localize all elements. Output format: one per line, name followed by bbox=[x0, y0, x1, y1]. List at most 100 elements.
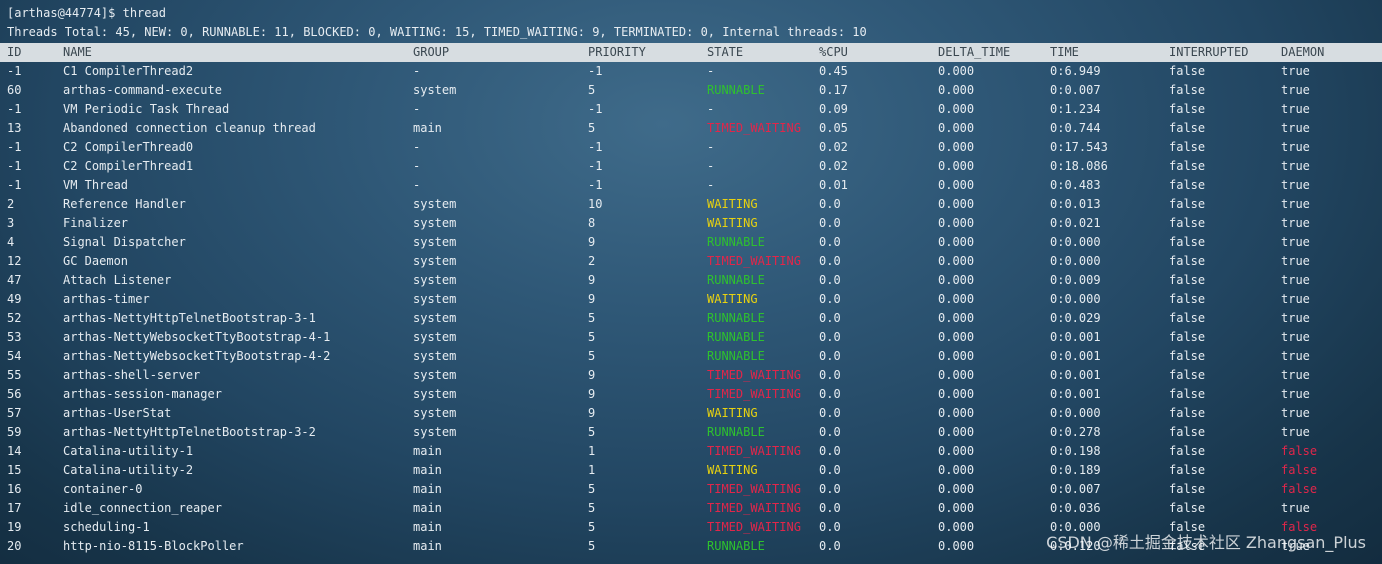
cell-state: - bbox=[707, 140, 715, 154]
column-header-interrupted: INTERRUPTED bbox=[1169, 45, 1249, 59]
cell-state: RUNNABLE bbox=[707, 235, 765, 249]
cell-name: arthas-UserStat bbox=[63, 406, 172, 420]
cell-priority: 5 bbox=[588, 83, 596, 97]
cell-priority: 5 bbox=[588, 482, 596, 496]
table-row: 49 arthas-timer system 9 WAITING 0.0 0.000 0:0.… bbox=[0, 290, 1382, 309]
cell-time: 0:0.007 bbox=[1050, 482, 1101, 496]
cell-name: arthas-NettyWebsocketTtyBootstrap-4-2 bbox=[63, 349, 331, 363]
cell-group: system bbox=[413, 216, 457, 230]
cell-group: system bbox=[413, 406, 457, 420]
cell-interrupted: false bbox=[1169, 368, 1206, 382]
cell-cpu: 0.01 bbox=[819, 178, 848, 192]
cell-time: 0:1.234 bbox=[1050, 102, 1101, 116]
cell-state: - bbox=[707, 102, 715, 116]
cell-daemon: true bbox=[1281, 140, 1310, 154]
cell-daemon: true bbox=[1281, 254, 1310, 268]
cell-daemon: true bbox=[1281, 235, 1310, 249]
cell-group: - bbox=[413, 159, 421, 173]
cell-delta-time: 0.000 bbox=[938, 140, 975, 154]
cell-delta-time: 0.000 bbox=[938, 197, 975, 211]
cell-delta-time: 0.000 bbox=[938, 520, 975, 534]
cell-group: system bbox=[413, 368, 457, 382]
cell-interrupted: false bbox=[1169, 311, 1206, 325]
cell-id: -1 bbox=[7, 64, 22, 78]
column-header-priority: PRIORITY bbox=[588, 45, 646, 59]
cell-delta-time: 0.000 bbox=[938, 368, 975, 382]
cell-state: WAITING bbox=[707, 406, 758, 420]
cell-daemon: true bbox=[1281, 501, 1310, 515]
cell-interrupted: false bbox=[1169, 292, 1206, 306]
cell-id: 19 bbox=[7, 520, 22, 534]
cell-cpu: 0.0 bbox=[819, 273, 841, 287]
cell-name: Abandoned connection cleanup thread bbox=[63, 121, 316, 135]
cell-group: system bbox=[413, 254, 457, 268]
cell-cpu: 0.0 bbox=[819, 520, 841, 534]
cell-state: RUNNABLE bbox=[707, 273, 765, 287]
cell-delta-time: 0.000 bbox=[938, 254, 975, 268]
cell-group: system bbox=[413, 311, 457, 325]
cell-priority: 5 bbox=[588, 311, 596, 325]
table-header: ID NAME GROUP PRIORITY STATE %CPU DELTA_… bbox=[0, 43, 1382, 62]
cell-name: Catalina-utility-1 bbox=[63, 444, 194, 458]
cell-priority: 5 bbox=[588, 501, 596, 515]
cell-state: TIMED_WAITING bbox=[707, 520, 801, 534]
cell-priority: 10 bbox=[588, 197, 603, 211]
cell-delta-time: 0.000 bbox=[938, 387, 975, 401]
cell-daemon: true bbox=[1281, 406, 1310, 420]
cell-priority: -1 bbox=[588, 159, 603, 173]
cell-cpu: 0.0 bbox=[819, 406, 841, 420]
table-row: 14 Catalina-utility-1 main 1 TIMED_WAITING 0.… bbox=[0, 442, 1382, 461]
cell-delta-time: 0.000 bbox=[938, 235, 975, 249]
cell-priority: 1 bbox=[588, 463, 596, 477]
cell-time: 0:0.000 bbox=[1050, 254, 1101, 268]
cell-cpu: 0.05 bbox=[819, 121, 848, 135]
cell-id: 60 bbox=[7, 83, 22, 97]
cell-group: - bbox=[413, 102, 421, 116]
cell-daemon: true bbox=[1281, 292, 1310, 306]
cell-time: 0:0.021 bbox=[1050, 216, 1101, 230]
cell-group: - bbox=[413, 140, 421, 154]
cell-name: C2 CompilerThread1 bbox=[63, 159, 194, 173]
cell-priority: 5 bbox=[588, 121, 596, 135]
cell-time: 0:0.013 bbox=[1050, 197, 1101, 211]
cell-daemon: true bbox=[1281, 349, 1310, 363]
cell-interrupted: false bbox=[1169, 273, 1206, 287]
cell-name: http-nio-8115-BlockPoller bbox=[63, 539, 244, 553]
cell-interrupted: false bbox=[1169, 121, 1206, 135]
cell-state: TIMED_WAITING bbox=[707, 121, 801, 135]
cell-cpu: 0.17 bbox=[819, 83, 848, 97]
cell-daemon: true bbox=[1281, 216, 1310, 230]
cell-state: - bbox=[707, 159, 715, 173]
cell-time: 0:17.543 bbox=[1050, 140, 1108, 154]
cell-group: system bbox=[413, 387, 457, 401]
cell-name: scheduling-1 bbox=[63, 520, 150, 534]
table-row: -1 C2 CompilerThread1 - -1 - 0.02 0.000 0:18.08… bbox=[0, 157, 1382, 176]
cell-cpu: 0.0 bbox=[819, 368, 841, 382]
cell-delta-time: 0.000 bbox=[938, 349, 975, 363]
cell-cpu: 0.0 bbox=[819, 216, 841, 230]
cell-delta-time: 0.000 bbox=[938, 501, 975, 515]
table-row: 60 arthas-command-execute system 5 RUNNABLE 0… bbox=[0, 81, 1382, 100]
terminal-window[interactable]: [arthas@44774]$ thread Threads Total: 45… bbox=[0, 0, 1382, 564]
table-row: -1 VM Periodic Task Thread - -1 - 0.09 0.000 0:… bbox=[0, 100, 1382, 119]
cell-time: 0:0.000 bbox=[1050, 292, 1101, 306]
cell-name: C2 CompilerThread0 bbox=[63, 140, 194, 154]
cell-cpu: 0.45 bbox=[819, 64, 848, 78]
cell-delta-time: 0.000 bbox=[938, 159, 975, 173]
cell-interrupted: false bbox=[1169, 501, 1206, 515]
cell-daemon: true bbox=[1281, 368, 1310, 382]
cell-interrupted: false bbox=[1169, 463, 1206, 477]
column-header-time: TIME bbox=[1050, 45, 1079, 59]
cell-id: 56 bbox=[7, 387, 22, 401]
cell-time: 0:0.483 bbox=[1050, 178, 1101, 192]
cell-cpu: 0.0 bbox=[819, 501, 841, 515]
cell-id: 16 bbox=[7, 482, 22, 496]
cell-priority: 5 bbox=[588, 330, 596, 344]
cell-time: 0:0.001 bbox=[1050, 330, 1101, 344]
cell-id: 54 bbox=[7, 349, 22, 363]
cell-id: 12 bbox=[7, 254, 22, 268]
table-row: -1 C1 CompilerThread2 - -1 - 0.45 0.000 0:6.949… bbox=[0, 62, 1382, 81]
cell-id: 55 bbox=[7, 368, 22, 382]
cell-interrupted: false bbox=[1169, 83, 1206, 97]
cell-delta-time: 0.000 bbox=[938, 482, 975, 496]
